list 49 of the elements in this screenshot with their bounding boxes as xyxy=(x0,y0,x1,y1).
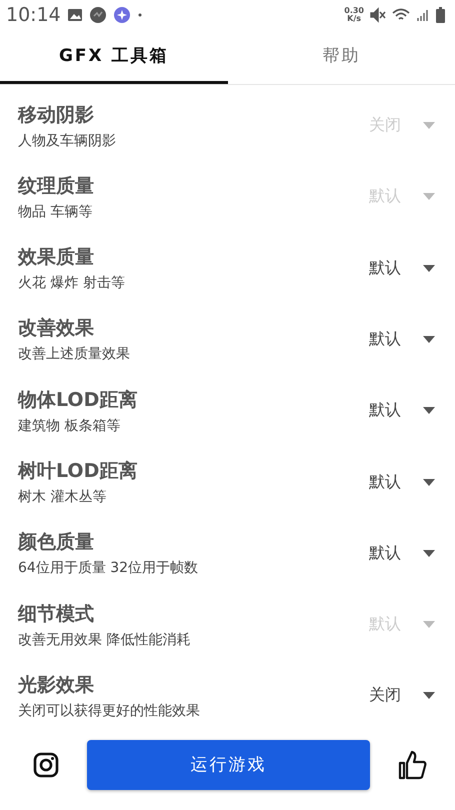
dot-icon xyxy=(136,12,143,18)
setting-title: 物体LOD距离 xyxy=(18,388,138,413)
setting-description: 树木 灌木丛等 xyxy=(18,488,108,506)
setting-description: 人物及车辆阴影 xyxy=(18,132,117,150)
setting-title: 改善效果 xyxy=(18,316,95,342)
dropdown[interactable]: 默认 xyxy=(369,328,435,350)
setting-description: 建筑物 板条箱等 xyxy=(18,416,122,435)
setting-title: 光影效果 xyxy=(18,672,95,698)
setting-description: 改善无用效果 降低性能消耗 xyxy=(18,630,192,649)
caret-icon xyxy=(423,621,435,628)
setting-title: 纹理质量 xyxy=(18,174,95,199)
caret-icon xyxy=(423,478,435,486)
mute-icon xyxy=(370,6,386,23)
caret-icon xyxy=(423,692,435,700)
dropdown[interactable]: 关闭 xyxy=(369,685,435,706)
caret-icon xyxy=(423,122,435,130)
caret-icon xyxy=(423,550,435,557)
thumbs-up-icon[interactable] xyxy=(398,750,428,780)
caret-icon xyxy=(423,407,435,414)
image-icon xyxy=(66,8,83,22)
setting-description: 物品 车辆等 xyxy=(18,202,94,221)
setting-description: 改善上述质量效果 xyxy=(18,345,131,364)
setting-description: 火花 爆炸 射击等 xyxy=(18,274,126,292)
setting-title: 移动阴影 xyxy=(18,102,95,128)
tab[interactable]: 帮助 xyxy=(228,29,455,84)
wifi-icon xyxy=(392,8,410,22)
tab[interactable]: GFX 工具箱 xyxy=(0,29,228,84)
app-icon xyxy=(88,6,107,24)
clock: 10:14 xyxy=(6,4,61,26)
caret-icon xyxy=(423,193,435,200)
dropdown[interactable]: 默认 xyxy=(369,472,435,493)
setting-title: 颜色质量 xyxy=(18,530,95,556)
setting-title: 细节模式 xyxy=(18,602,95,627)
setting-title: 效果质量 xyxy=(18,245,95,270)
battery-icon xyxy=(436,6,445,23)
setting-title: 树叶LOD距离 xyxy=(18,459,138,484)
setting-description: 关闭可以获得更好的性能效果 xyxy=(18,702,201,720)
net-speed-unit: K/s xyxy=(347,14,362,23)
dropdown[interactable]: 默认 xyxy=(369,542,435,564)
net-speed-value: 0.30 xyxy=(344,6,364,15)
sparkle-icon xyxy=(112,6,131,24)
dropdown[interactable]: 默认 xyxy=(369,258,435,279)
camera-icon[interactable] xyxy=(33,752,59,778)
caret-icon xyxy=(423,264,435,272)
signal-icon xyxy=(416,8,430,22)
dropdown[interactable]: 默认 xyxy=(369,400,435,422)
setting-description: 64位用于质量 32位用于帧数 xyxy=(18,559,200,578)
run-game-button[interactable]: 运行游戏 xyxy=(87,740,370,790)
caret-icon xyxy=(423,336,435,343)
